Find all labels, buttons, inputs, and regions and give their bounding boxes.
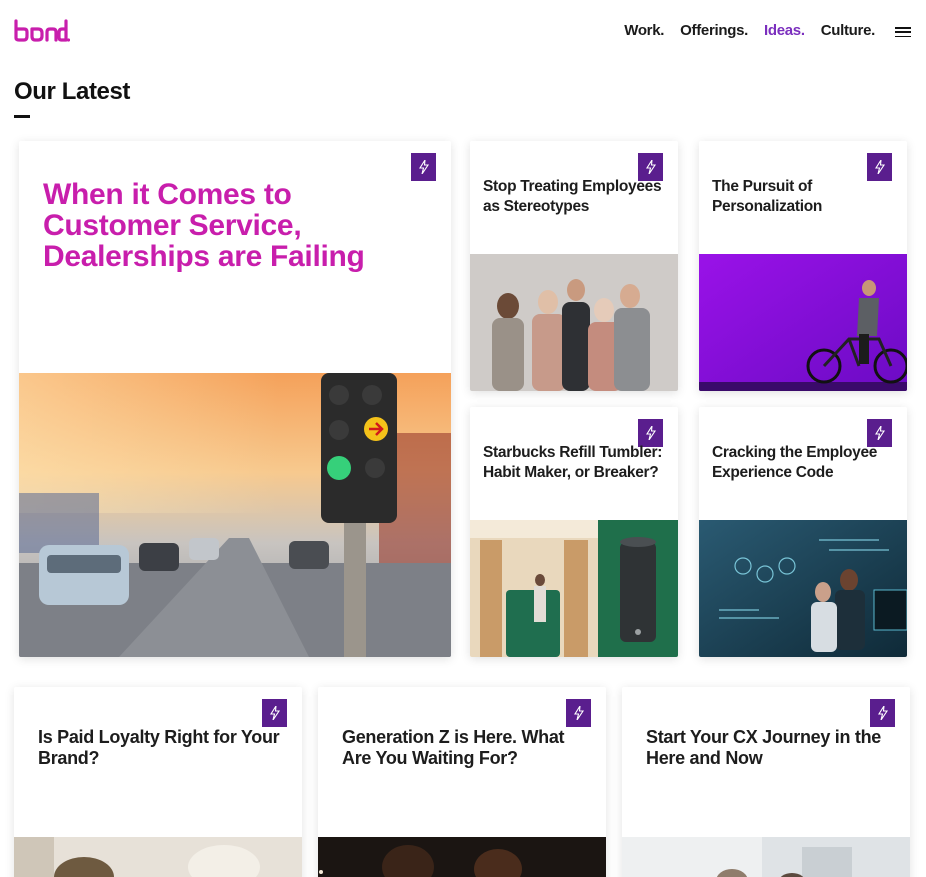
- article-card-dealerships[interactable]: When it Comes to Customer Service, Deale…: [19, 141, 451, 657]
- article-card-stereotypes[interactable]: Stop Treating Employees as Stereotypes: [470, 141, 678, 391]
- nav-ideas[interactable]: Ideas.: [764, 22, 805, 39]
- card-title: When it Comes to Customer Service, Deale…: [43, 178, 365, 273]
- article-card-starbucks[interactable]: Starbucks Refill Tumbler: Habit Maker, o…: [470, 407, 678, 657]
- article-card-generation-z[interactable]: Generation Z is Here. What Are You Waiti…: [318, 687, 606, 877]
- card-title: Cracking the Employee Experience Code: [712, 444, 878, 481]
- section-underline: [14, 115, 30, 118]
- logo-mark: [14, 19, 71, 42]
- card-title: The Pursuit of Personalization: [712, 178, 823, 215]
- lamps-image: [14, 837, 302, 877]
- article-card-personalization[interactable]: The Pursuit of Personalization: [699, 141, 907, 391]
- section-title: Our Latest: [14, 78, 131, 105]
- cyclist-image: [699, 254, 907, 391]
- gen-z-image: [318, 837, 606, 877]
- card-title: Is Paid Loyalty Right for Your Brand?: [38, 727, 280, 768]
- office-meeting-image: [622, 837, 910, 877]
- article-card-employee-experience[interactable]: Cracking the Employee Experience Code: [699, 407, 907, 657]
- lightning-icon: [870, 699, 895, 727]
- article-card-cx-journey[interactable]: Start Your CX Journey in the Here and No…: [622, 687, 910, 877]
- traffic-light-image: [19, 373, 451, 657]
- employees-group-image: [470, 254, 678, 391]
- bond-logo[interactable]: [14, 19, 71, 43]
- nav-offerings[interactable]: Offerings.: [680, 22, 748, 39]
- nav-culture[interactable]: Culture.: [821, 22, 876, 39]
- lightning-icon: [262, 699, 287, 727]
- hamburger-icon[interactable]: [895, 27, 911, 37]
- nav-work[interactable]: Work.: [624, 22, 664, 39]
- card-title: Generation Z is Here. What Are You Waiti…: [342, 727, 565, 768]
- starbucks-store-image: [470, 520, 678, 657]
- main-nav: Work. Offerings. Ideas. Culture.: [624, 22, 875, 39]
- lightning-icon: [411, 153, 436, 181]
- lightning-icon: [566, 699, 591, 727]
- article-card-paid-loyalty[interactable]: Is Paid Loyalty Right for Your Brand?: [14, 687, 302, 877]
- card-title: Starbucks Refill Tumbler: Habit Maker, o…: [483, 444, 663, 481]
- tech-workers-image: [699, 520, 907, 657]
- card-title: Start Your CX Journey in the Here and No…: [646, 727, 881, 768]
- card-title: Stop Treating Employees as Stereotypes: [483, 178, 662, 215]
